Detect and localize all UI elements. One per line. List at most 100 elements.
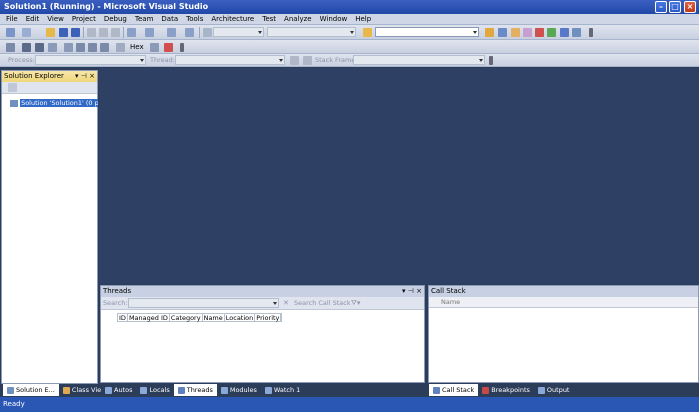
start-debugging-icon[interactable] — [203, 28, 212, 37]
clear-search-icon[interactable]: ✕ — [283, 297, 289, 310]
column-category[interactable]: Category — [170, 314, 203, 322]
breakpoints-window-icon[interactable] — [164, 43, 173, 52]
redo-icon[interactable] — [145, 28, 154, 37]
pin-icon[interactable]: ⊣ — [81, 72, 87, 80]
menu-file[interactable]: File — [2, 14, 22, 25]
cut-icon[interactable] — [87, 28, 96, 37]
step-into-icon[interactable] — [76, 43, 85, 52]
navigate-forward-icon[interactable] — [185, 28, 194, 37]
dropdown-icon[interactable]: ▾ — [402, 287, 406, 295]
menu-edit[interactable]: Edit — [22, 14, 44, 25]
pin-icon[interactable]: ⊣ — [408, 287, 414, 295]
process-combo[interactable] — [35, 55, 146, 65]
tab-label: Threads — [186, 386, 213, 394]
dropdown-icon[interactable]: ▾ — [75, 72, 79, 80]
stop-debugging-icon[interactable] — [35, 43, 44, 52]
solution-icon — [10, 99, 18, 107]
team-explorer-icon[interactable] — [535, 28, 544, 37]
solution-explorer-icon[interactable] — [485, 28, 494, 37]
menu-tools[interactable]: Tools — [182, 14, 207, 25]
tab-autos[interactable]: Autos — [101, 384, 136, 396]
debug-toolbar-options-icon[interactable] — [180, 43, 184, 52]
hex-label[interactable]: Hex — [130, 43, 144, 51]
show-next-statement-icon[interactable] — [64, 43, 73, 52]
call-stack-title: Call Stack — [431, 287, 466, 295]
start-page-icon[interactable] — [547, 28, 556, 37]
tab-solution-explorer[interactable]: Solution E... — [3, 384, 59, 396]
platform-combo[interactable] — [267, 27, 356, 37]
extension-manager-icon[interactable] — [560, 28, 569, 37]
column-name[interactable]: Name — [203, 314, 225, 322]
menu-team[interactable]: Team — [131, 14, 158, 25]
add-item-icon[interactable] — [22, 28, 31, 37]
tab-label: Call Stack — [442, 386, 475, 394]
thread-combo[interactable] — [175, 55, 285, 65]
step-out-icon[interactable] — [100, 43, 109, 52]
new-project-icon[interactable] — [6, 28, 15, 37]
menu-data[interactable]: Data — [157, 14, 182, 25]
tab-locals[interactable]: Locals — [136, 384, 173, 396]
restart-icon[interactable] — [48, 43, 57, 52]
tab-call-stack[interactable]: Call Stack — [429, 384, 479, 396]
maximize-icon[interactable]: □ — [669, 1, 681, 13]
undo-icon[interactable] — [127, 28, 136, 37]
search-call-stack-button[interactable]: Search Call Stack — [294, 297, 351, 310]
menu-help[interactable]: Help — [351, 14, 375, 25]
search-input[interactable] — [128, 298, 279, 308]
column-name[interactable]: Name — [441, 298, 460, 306]
toolbar-options-icon[interactable] — [589, 28, 593, 37]
close-panel-icon[interactable]: × — [416, 287, 422, 295]
save-icon[interactable] — [59, 28, 68, 37]
object-browser-icon[interactable] — [511, 28, 520, 37]
title-bar: Solution1 (Running) - Microsoft Visual S… — [0, 0, 699, 14]
save-all-icon[interactable] — [71, 28, 80, 37]
find-combo[interactable] — [375, 27, 479, 37]
close-icon[interactable]: × — [684, 1, 696, 13]
menu-window[interactable]: Window — [316, 14, 352, 25]
flag-threads-icon[interactable] — [290, 56, 299, 65]
stack-frame-combo[interactable] — [353, 55, 485, 65]
menu-test[interactable]: Test — [258, 14, 280, 25]
show-threads-in-source-icon[interactable] — [150, 43, 159, 52]
column-id[interactable]: ID — [118, 314, 128, 322]
find-in-files-icon[interactable] — [363, 28, 372, 37]
tab-label: Output — [546, 386, 570, 394]
tab-threads[interactable]: Threads — [173, 384, 217, 396]
solution-explorer-toolbar — [2, 82, 97, 94]
copy-icon[interactable] — [99, 28, 108, 37]
navigate-backward-icon[interactable] — [167, 28, 176, 37]
column-managed-id[interactable]: Managed ID — [128, 314, 170, 322]
column-location[interactable]: Location — [225, 314, 256, 322]
toggle-flag-icon[interactable] — [303, 56, 312, 65]
break-all-icon[interactable] — [22, 43, 31, 52]
paste-icon[interactable] — [111, 28, 120, 37]
column-priority[interactable]: Priority — [255, 314, 282, 322]
hex-display-icon[interactable] — [116, 43, 125, 52]
solution-node[interactable]: Solution 'Solution1' (0 projects) — [10, 99, 98, 107]
menu-architecture[interactable]: Architecture — [207, 14, 258, 25]
menu-project[interactable]: Project — [68, 14, 100, 25]
properties-icon[interactable] — [498, 28, 507, 37]
panel-buttons: ▾ ⊣ × — [75, 71, 95, 82]
middle-tab-strip: Autos Locals Threads Modules Watch 1 — [101, 384, 305, 396]
close-panel-icon[interactable]: × — [89, 72, 95, 80]
open-file-icon[interactable] — [46, 28, 55, 37]
menu-analyze[interactable]: Analyze — [280, 14, 316, 25]
continue-icon[interactable] — [6, 43, 15, 52]
location-toolbar-options-icon[interactable] — [489, 56, 493, 65]
tab-output[interactable]: Output — [534, 384, 574, 396]
menu-view[interactable]: View — [43, 14, 68, 25]
configuration-combo[interactable] — [213, 27, 264, 37]
properties-icon[interactable] — [8, 83, 17, 92]
toolbox-icon[interactable] — [523, 28, 532, 37]
filter-icon[interactable]: ⛛▾ — [351, 297, 360, 310]
menu-debug[interactable]: Debug — [100, 14, 131, 25]
tab-modules[interactable]: Modules — [217, 384, 261, 396]
command-window-icon[interactable] — [572, 28, 581, 37]
thread-label: Thread: — [150, 56, 175, 64]
minimize-icon[interactable]: – — [655, 1, 667, 13]
tab-breakpoints[interactable]: Breakpoints — [478, 384, 534, 396]
step-over-icon[interactable] — [88, 43, 97, 52]
threads-header: Threads ▾ ⊣ × — [101, 286, 424, 297]
tab-watch-1[interactable]: Watch 1 — [261, 384, 304, 396]
